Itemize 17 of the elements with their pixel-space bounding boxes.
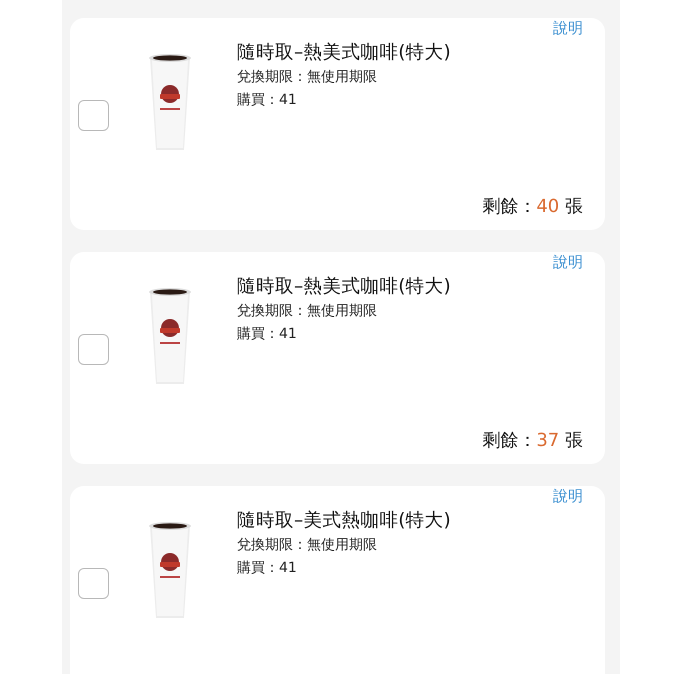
help-link[interactable]: 說明 [553,252,583,272]
help-link[interactable]: 說明 [553,486,583,506]
expiry-text: 兌換期限：無使用期限 [237,68,378,87]
expiry-text: 兌換期限：無使用期限 [237,536,378,555]
purchased-text: 購買：41 [237,91,298,110]
remaining-count: 剩餘：37 張 [481,429,583,453]
purchased-text: 購買：41 [237,325,298,344]
voucher-title: 隨時取–美式熱咖啡(特大) [237,509,451,533]
voucher-title: 隨時取–熱美式咖啡(特大) [237,275,451,299]
help-link[interactable]: 說明 [553,18,583,38]
purchased-text: 購買：41 [237,559,298,578]
checkbox[interactable] [78,100,109,131]
voucher-title: 隨時取–熱美式咖啡(特大) [237,41,451,65]
remaining-count: 剩餘：40 張 [481,195,583,219]
checkbox[interactable] [78,334,109,365]
expiry-text: 兌換期限：無使用期限 [237,302,378,321]
checkbox[interactable] [78,568,109,599]
